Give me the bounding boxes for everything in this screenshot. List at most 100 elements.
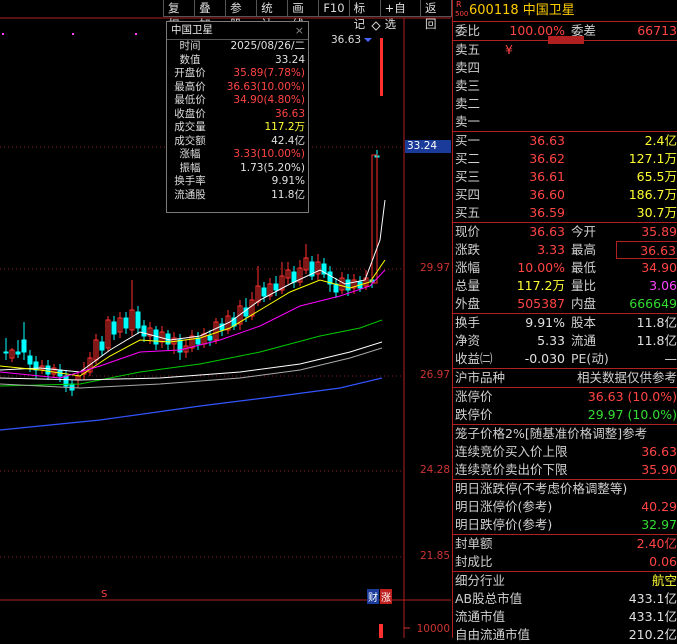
quote-value: 117.2万 (516, 278, 565, 293)
float-cap-value: 433.1亿 (628, 609, 677, 624)
industry-value[interactable]: 航空 (652, 572, 677, 590)
toolbar-stats-button[interactable]: 统计 (256, 0, 289, 31)
quote-label: 今开 (571, 224, 597, 239)
stock-name: 中国卫星 (522, 3, 575, 18)
marker-dot (2, 33, 4, 35)
toolbar-add-watchlist-button[interactable]: +自选 (379, 0, 421, 31)
info-popup-row: 涨幅 3.33(10.00%) (167, 148, 308, 162)
quote-value: 10.00% (517, 260, 565, 275)
limit-up-candle (371, 154, 378, 284)
toolbar-mark-button[interactable]: 标记 (348, 0, 381, 31)
candle-body (123, 317, 129, 329)
event-marker-zhang[interactable]: 涨 (380, 589, 392, 604)
quote-label: 最高 (571, 242, 597, 257)
current-price-tag: 33.24 (405, 140, 451, 153)
buy-level-price: 36.59 (529, 205, 565, 220)
buy-level-price: 36.60 (529, 187, 565, 202)
quote-row: 外盘 505387 内盘 666649 (453, 295, 677, 313)
event-marker-s[interactable]: S (101, 589, 107, 600)
price-level-label: 24.28 (419, 464, 450, 476)
tomorrow-up-value: 40.29 (641, 499, 677, 514)
fin-value: 9.91% (525, 315, 565, 330)
toolbar-back-button[interactable]: 返回 (419, 0, 452, 31)
sell-orders: 卖五 ¥ 卖四 卖三 卖二 卖一 (453, 40, 677, 131)
info-popup-key: 成交额 (174, 134, 206, 147)
cage-buy-label: 连续竞价买入价上限 (455, 444, 568, 459)
fin-label: 收益㈡ (455, 351, 493, 366)
fin-label: 股本 (571, 315, 597, 330)
market-type-label: 沪市品种 (455, 370, 506, 385)
kline-info-popup[interactable]: 中国卫星 × 时间 2025/08/26/二 数值 33.24 开盘价 35.89(7.7… (166, 21, 309, 213)
candle-body (111, 321, 117, 335)
code-subscript: 500 (455, 10, 469, 18)
tomorrow-down-row: 明日跌停价(参考) 32.97 (453, 516, 677, 534)
limit-up-row: 涨停价 36.63 (10.0%) (453, 387, 677, 406)
candle-body (207, 335, 213, 341)
toolbar-holdings-button[interactable]: 参股 (225, 0, 258, 31)
volume-level-label: 10000 (416, 623, 450, 635)
sell-order-row: 卖三 (453, 77, 677, 95)
fin-row: 收益㈡ -0.030 PE(动) — (453, 350, 677, 368)
close-icon[interactable]: × (295, 22, 304, 39)
toolbar-fuquan-button[interactable]: 复权 (163, 0, 196, 31)
quote-value: 36.63 (616, 241, 677, 259)
high-arrow-icon (364, 38, 372, 42)
candle-body (3, 351, 9, 354)
info-popup-title: 中国卫星 × (167, 22, 308, 40)
r-mark-icon: R (456, 0, 462, 9)
candle-body (45, 365, 51, 375)
limit-up-label: 涨停价 (455, 389, 493, 404)
toolbar-f10-button[interactable]: F10 (318, 0, 350, 17)
volume-bar (379, 624, 383, 638)
info-popup-key: 数值 (179, 53, 201, 66)
cage-sell-label: 连续竞价卖出价下限 (455, 462, 568, 477)
seal-amount-value: 2.40亿 (636, 536, 677, 551)
buy-order-row: 买五 36.59 30.7万 (453, 204, 677, 222)
weibi-row: 委比 100.00% 委差 66713 (453, 21, 677, 44)
quote-label: 总量 (455, 278, 481, 293)
float-cap-label: 流通市值 (455, 609, 506, 624)
cage-title: 笼子价格2%[随基准价格调整]参考 (455, 426, 648, 441)
quote-value: 666649 (629, 296, 677, 311)
buy-order-row: 买四 36.60 186.7万 (453, 186, 677, 204)
yen-icon: ¥ (505, 42, 513, 57)
ma90-line (0, 347, 383, 389)
quote-label: 外盘 (455, 296, 481, 311)
quote-label: 涨跌 (455, 242, 481, 257)
market-row: 沪市品种 相关数据仅供参考 (453, 368, 677, 387)
quote-summary: 现价 36.63 今开 35.89 涨跌 3.33 最高 36.63 涨幅 10.00% 最低 34.… (453, 222, 677, 313)
buy-order-row: 买三 36.61 65.5万 (453, 168, 677, 186)
quote-panel: R 500 600118 中国卫星 委比 100.00% 委差 66713 卖五… (452, 0, 677, 642)
buy-level-price: 36.62 (529, 151, 565, 166)
candle-body (333, 283, 339, 293)
toolbar-overlay-button[interactable]: 叠加 (194, 0, 227, 31)
tomorrow-title: 明日涨跌停(不考虑价格调整等) (455, 481, 628, 496)
free-cap-label: 自由流通市值 (455, 627, 531, 642)
sell-order-row: 卖一 (453, 113, 677, 131)
ab-cap-value: 433.1亿 (628, 591, 677, 606)
marker-dot (135, 33, 137, 35)
candle-body (273, 283, 279, 291)
buy-orders: 买一 36.63 2.4亿 买二 36.62 127.1万 买三 36.61 65.5万 买四 36… (453, 131, 677, 222)
info-popup-row: 收盘价 36.63 (167, 108, 308, 122)
info-popup-value: 35.89(7.78%) (233, 67, 305, 79)
industry-row: 细分行业 航空 (453, 571, 677, 590)
ab-cap-label: AB股总市值 (455, 591, 523, 606)
quote-row: 总量 117.2万 量比 3.06 (453, 277, 677, 295)
toolbar-draw-button[interactable]: 画线 (287, 0, 320, 31)
event-marker-cai[interactable]: 财 (367, 589, 379, 604)
financial-summary: 换手 9.91% 股本 11.8亿 净资 5.33 流通 11.8亿 收益㈡ -0.030 PE(动… (453, 313, 677, 368)
sell-order-row: 卖五 ¥ (453, 41, 677, 59)
info-popup-key: 振幅 (179, 161, 201, 174)
info-popup-row: 成交额 42.4亿 (167, 135, 308, 149)
buy-level-volume: 186.7万 (628, 187, 677, 202)
info-popup-value: 117.2万 (264, 121, 305, 133)
cage-buy-row: 连续竞价买入价上限 36.63 (453, 443, 677, 461)
quote-label: 内盘 (571, 296, 597, 311)
info-popup-row: 成交量 117.2万 (167, 121, 308, 135)
kline-chart-area[interactable]: 复权 叠加 参股 统计 画线 F10 标记 +自选 返回 33.24 29.97… (0, 0, 452, 638)
quote-label: 最低 (571, 260, 597, 275)
quote-value: 34.90 (641, 260, 677, 275)
free-cap-row: 自由流通市值 210.2亿 (453, 626, 677, 644)
